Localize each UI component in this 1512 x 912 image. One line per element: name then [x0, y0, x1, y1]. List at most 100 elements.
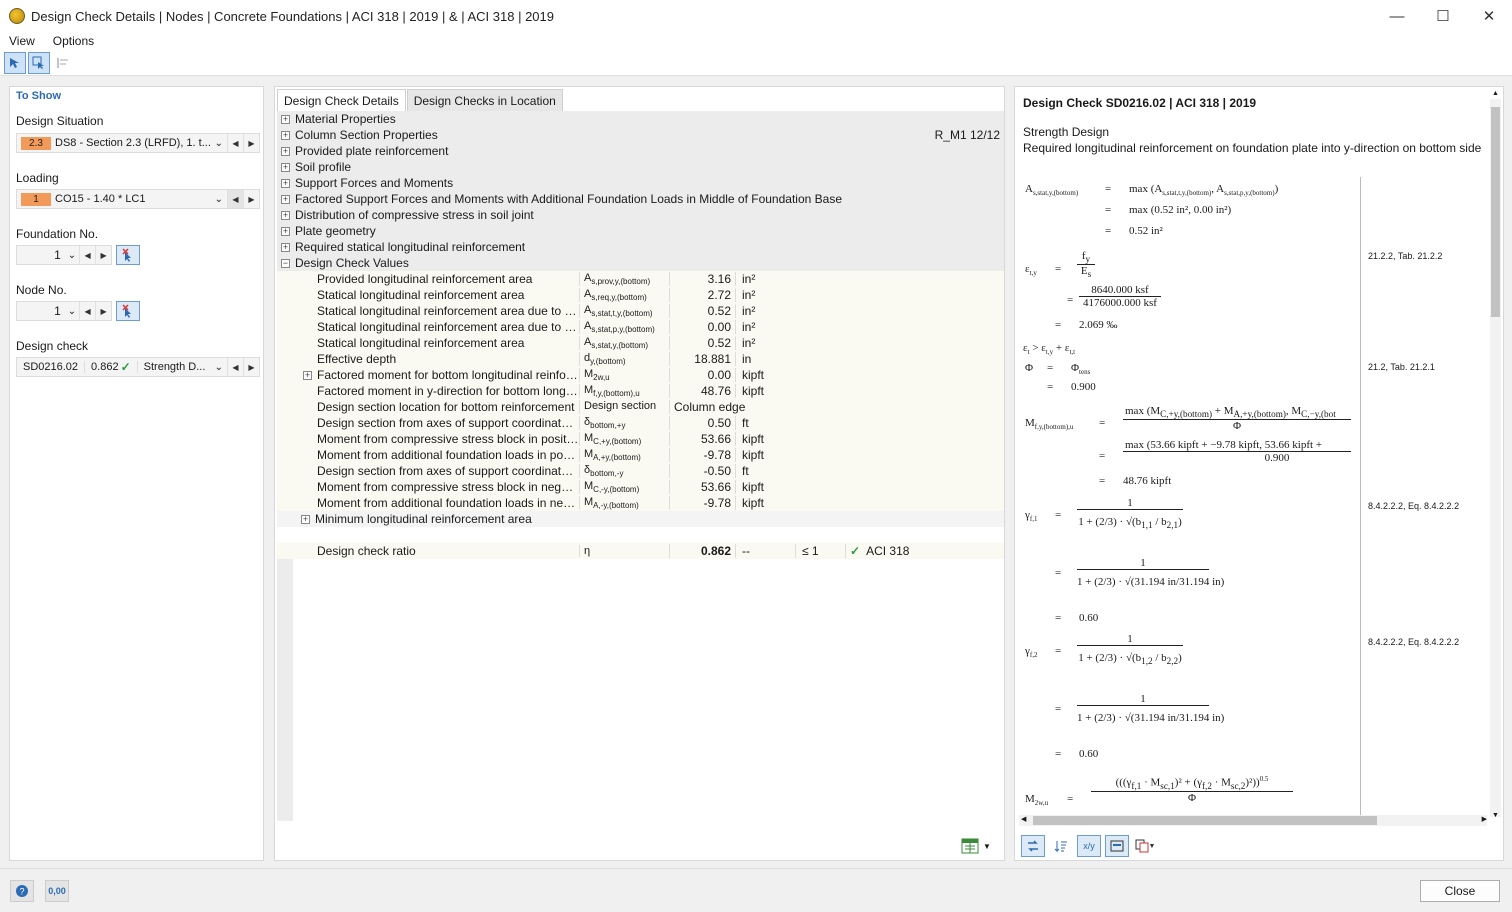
- units-button[interactable]: 0,00: [45, 880, 69, 902]
- table-row[interactable]: Design section location for bottom reinf…: [277, 399, 1004, 415]
- equals-sign: =: [1055, 703, 1062, 715]
- expand-icon[interactable]: +: [281, 130, 290, 140]
- table-row[interactable]: Design section from axes of support coor…: [277, 463, 1004, 479]
- sync-view-button[interactable]: [1021, 835, 1045, 857]
- copy-button[interactable]: ▼: [1133, 835, 1157, 857]
- expand-icon[interactable]: +: [281, 114, 290, 124]
- scroll-right-icon[interactable]: ▶: [1482, 815, 1487, 823]
- prev-arrow-icon[interactable]: ◀: [79, 302, 95, 320]
- horizontal-scrollbar[interactable]: ◀ ▶: [1019, 815, 1487, 826]
- maximize-button[interactable]: ☐: [1420, 0, 1466, 32]
- design-situation-select[interactable]: 2.3 DS8 - Section 2.3 (LRFD), 1. t... ⌄ …: [16, 133, 260, 153]
- collapse-icon[interactable]: −: [281, 258, 290, 268]
- tree-section[interactable]: + Column Section Properties R_M1 12/12: [277, 127, 1004, 143]
- next-arrow-icon[interactable]: ▶: [243, 190, 259, 208]
- expand-icon[interactable]: +: [281, 210, 290, 220]
- chevron-down-icon: ▼: [983, 841, 991, 851]
- close-button[interactable]: Close: [1420, 880, 1500, 902]
- app-icon: [9, 8, 25, 24]
- next-arrow-icon[interactable]: ▶: [243, 358, 259, 376]
- menu-view[interactable]: View: [0, 34, 44, 48]
- prev-arrow-icon[interactable]: ◀: [227, 358, 243, 376]
- row-unit: ft: [735, 416, 795, 430]
- menu-options[interactable]: Options: [44, 34, 103, 48]
- tab-design-checks-in-location[interactable]: Design Checks in Location: [406, 89, 563, 112]
- help-icon: ?: [16, 885, 28, 897]
- table-row[interactable]: Statical longitudinal reinforcement area…: [277, 335, 1004, 351]
- tree-section[interactable]: + Plate geometry: [277, 223, 1004, 239]
- next-arrow-icon[interactable]: ▶: [95, 302, 111, 320]
- expand-icon[interactable]: +: [281, 242, 290, 252]
- reference-4: 8.4.2.2.2, Eq. 8.4.2.2.2: [1368, 637, 1460, 647]
- table-row[interactable]: Provided longitudinal reinforcement area…: [277, 271, 1004, 287]
- help-button[interactable]: ?: [10, 880, 34, 902]
- tree-section-expanded[interactable]: − Design Check Values: [277, 255, 1004, 271]
- row-symbol: MA,+y,(bottom): [579, 447, 669, 463]
- scroll-up-icon[interactable]: ▲: [1492, 90, 1499, 97]
- prev-arrow-icon[interactable]: ◀: [227, 190, 243, 208]
- tree-section[interactable]: + Provided plate reinforcement: [277, 143, 1004, 159]
- vertical-scrollbar[interactable]: ▲ ▼: [1490, 90, 1501, 819]
- tree-section[interactable]: + Required statical longitudinal reinforc…: [277, 239, 1004, 255]
- expand-icon[interactable]: +: [281, 194, 290, 204]
- pick-node-button[interactable]: [116, 301, 140, 321]
- node-select[interactable]: 1 ⌄ ◀ ▶: [16, 301, 112, 321]
- fraction-eps-values: 8640.000 ksf 4176000.000 ksf: [1079, 284, 1161, 309]
- foundation-select[interactable]: 1 ⌄ ◀ ▶: [16, 245, 112, 265]
- scroll-left-icon[interactable]: ◀: [1021, 815, 1026, 823]
- table-row[interactable]: Design section from axes of support coor…: [277, 415, 1004, 431]
- table-row[interactable]: Factored moment for bottom longitudinal …: [277, 367, 1004, 383]
- scroll-down-icon[interactable]: ▼: [1492, 812, 1499, 819]
- table-row[interactable]: Statical longitudinal reinforcement area…: [277, 287, 1004, 303]
- table-row[interactable]: Moment from additional foundation loads …: [277, 495, 1004, 511]
- table-row[interactable]: Moment from compressive stress block in …: [277, 431, 1004, 447]
- formula-gamma1-result: 0.60: [1079, 612, 1099, 624]
- tab-design-check-details[interactable]: Design Check Details: [277, 89, 406, 112]
- expand-icon[interactable]: +: [281, 146, 290, 156]
- table-row[interactable]: Statical longitudinal reinforcement area…: [277, 303, 1004, 319]
- minimize-button[interactable]: —: [1374, 0, 1420, 32]
- expand-icon[interactable]: +: [281, 226, 290, 236]
- table-row[interactable]: Statical longitudinal reinforcement area…: [277, 319, 1004, 335]
- expand-icon[interactable]: +: [301, 514, 310, 524]
- tree-section[interactable]: + Distribution of compressive stress in s…: [277, 207, 1004, 223]
- loading-value: CO15 - 1.40 * LC1: [55, 193, 146, 205]
- table-row[interactable]: Moment from compressive stress block in …: [277, 479, 1004, 495]
- expand-icon[interactable]: +: [281, 178, 290, 188]
- loading-select[interactable]: 1 CO15 - 1.40 * LC1 ⌄ ◀ ▶: [16, 189, 260, 209]
- row-symbol: δbottom,+y: [579, 415, 669, 431]
- horizontal-scroll-thumb[interactable]: [1033, 816, 1377, 825]
- table-row[interactable]: Effective depth dy,(bottom) 18.881 in: [277, 351, 1004, 367]
- row-unit: in²: [735, 272, 795, 286]
- table-row[interactable]: Factored moment in y-direction for botto…: [277, 383, 1004, 399]
- tree-section[interactable]: + Support Forces and Moments: [277, 175, 1004, 191]
- prev-arrow-icon[interactable]: ◀: [227, 134, 243, 152]
- section-label: Distribution of compressive stress in so…: [295, 208, 534, 222]
- vertical-scroll-thumb[interactable]: [1491, 107, 1500, 317]
- jump-to-object-button[interactable]: [28, 51, 50, 74]
- frame-view-button[interactable]: [1105, 835, 1129, 857]
- tree-section[interactable]: + Material Properties: [277, 111, 1004, 127]
- design-check-select[interactable]: SD0216.02 0.862 ✓ Strength D... ⌄ ◀ ▶: [16, 357, 260, 377]
- formula-view-button[interactable]: x/y: [1077, 835, 1101, 857]
- expand-icon[interactable]: +: [303, 371, 312, 380]
- table-row[interactable]: Moment from additional foundation loads …: [277, 447, 1004, 463]
- sort-button[interactable]: [1049, 835, 1073, 857]
- tree-section[interactable]: + Factored Support Forces and Moments wit…: [277, 191, 1004, 207]
- tree-section[interactable]: + Minimum longitudinal reinforcement area: [277, 511, 1004, 527]
- list-view-button[interactable]: [52, 52, 74, 74]
- export-button[interactable]: ▼: [961, 835, 999, 857]
- row-value: -9.78: [669, 496, 735, 510]
- tree-section[interactable]: + Soil profile: [277, 159, 1004, 175]
- ratio-row[interactable]: Design check ratio η 0.862 -- ≤ 1 ✓ ACI 3…: [277, 543, 1004, 559]
- prev-arrow-icon[interactable]: ◀: [79, 246, 95, 264]
- row-description: Statical longitudinal reinforcement area: [317, 288, 525, 302]
- symbol-subscript: bottom,+y: [590, 421, 626, 431]
- ratio-unit: --: [735, 544, 795, 558]
- close-window-button[interactable]: ✕: [1466, 0, 1512, 32]
- next-arrow-icon[interactable]: ▶: [243, 134, 259, 152]
- next-arrow-icon[interactable]: ▶: [95, 246, 111, 264]
- pick-foundation-button[interactable]: [116, 245, 140, 265]
- select-object-button[interactable]: [4, 51, 26, 74]
- expand-icon[interactable]: +: [281, 162, 290, 172]
